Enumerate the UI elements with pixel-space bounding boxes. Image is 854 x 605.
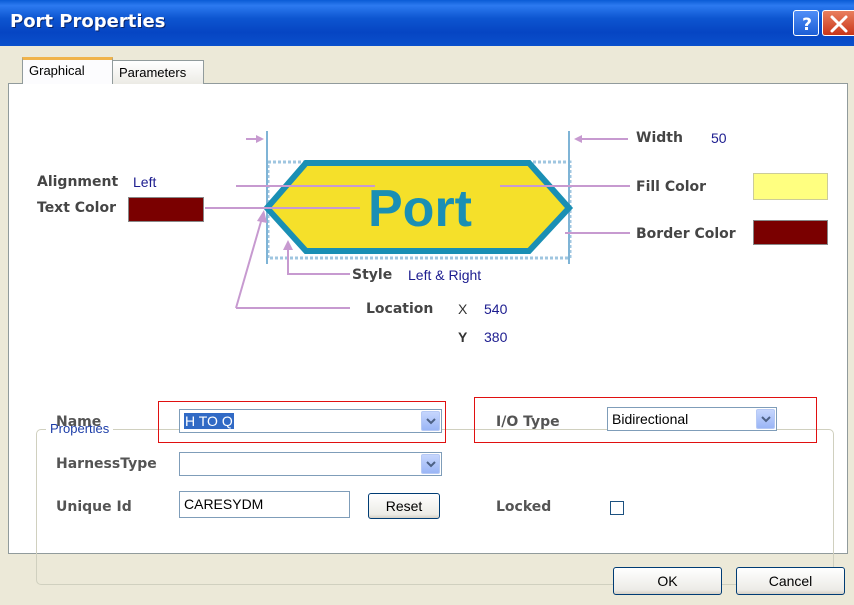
- close-icon: [830, 15, 848, 33]
- window-title: Port Properties: [10, 11, 166, 32]
- help-button[interactable]: ?: [793, 10, 819, 36]
- fill-color-label: Fill Color: [636, 179, 707, 195]
- reset-button[interactable]: Reset: [368, 493, 440, 519]
- locked-checkbox[interactable]: [610, 501, 624, 515]
- location-y-label: Y: [458, 329, 468, 345]
- name-dropdown-button[interactable]: [421, 411, 440, 431]
- chevron-down-icon: [426, 418, 436, 425]
- location-x-label: X: [458, 301, 468, 317]
- locked-label: Locked: [496, 499, 552, 515]
- harness-type-combobox[interactable]: [179, 452, 442, 476]
- width-value: 50: [711, 130, 727, 146]
- name-combobox[interactable]: H TO Q: [179, 409, 442, 433]
- io-type-combobox[interactable]: Bidirectional: [607, 407, 777, 431]
- io-type-dropdown-button[interactable]: [756, 409, 775, 429]
- unique-id-field[interactable]: CARESYDM: [179, 491, 350, 518]
- ok-button[interactable]: OK: [613, 567, 722, 595]
- close-button[interactable]: [822, 10, 854, 36]
- title-bar: Port Properties ?: [0, 0, 854, 46]
- width-label: Width: [636, 130, 683, 146]
- chevron-down-icon: [426, 461, 436, 468]
- unique-id-label: Unique Id: [56, 499, 132, 515]
- unique-id-value: CARESYDM: [184, 496, 264, 512]
- text-color-label: Text Color: [37, 200, 116, 216]
- dialog-body: Graphical Parameters Port Width 50 Align…: [0, 46, 854, 605]
- alignment-value: Left: [133, 174, 157, 190]
- border-color-label: Border Color: [636, 226, 736, 242]
- style-label: Style: [352, 267, 393, 283]
- name-label: Name: [56, 414, 102, 430]
- location-label: Location: [366, 301, 434, 317]
- io-type-value: Bidirectional: [612, 411, 689, 427]
- cancel-button[interactable]: Cancel: [736, 567, 845, 595]
- location-y-value: 380: [484, 329, 508, 345]
- location-x-value: 540: [484, 301, 508, 317]
- port-label: Port: [368, 180, 472, 238]
- tab-graphical[interactable]: Graphical: [22, 57, 113, 84]
- border-color-swatch[interactable]: [753, 220, 828, 245]
- alignment-label: Alignment: [37, 174, 119, 190]
- help-icon: ?: [802, 15, 812, 35]
- style-value: Left & Right: [408, 267, 482, 283]
- harness-type-dropdown-button[interactable]: [421, 454, 440, 474]
- tab-parameters[interactable]: Parameters: [112, 60, 204, 84]
- chevron-down-icon: [761, 416, 771, 423]
- text-color-swatch[interactable]: [128, 197, 204, 222]
- name-value: H TO Q: [184, 413, 234, 429]
- svg-text:?: ?: [802, 15, 812, 35]
- fill-color-swatch[interactable]: [753, 173, 828, 200]
- harness-type-label: HarnessType: [56, 456, 157, 472]
